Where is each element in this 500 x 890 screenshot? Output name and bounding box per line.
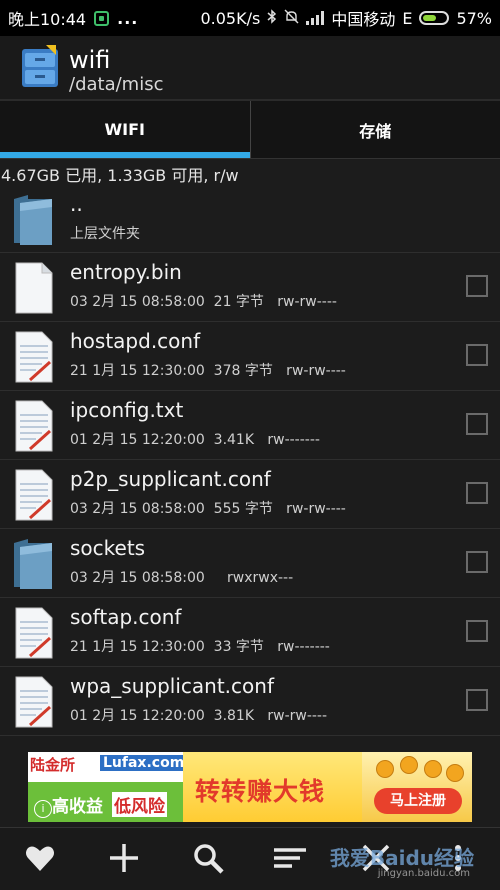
tab-storage[interactable]: 存储 [250,101,500,158]
file-name: entropy.bin [70,260,182,284]
file-name: softap.conf [70,605,181,629]
coin-icon [446,764,464,782]
list-item-file[interactable]: entropy.bin 03 2月 15 08:58:00 21 字节 rw-r… [0,253,500,322]
file-checkbox[interactable] [466,413,488,435]
network-speed: 0.05K/s [200,9,260,28]
mute-bell-icon [284,9,299,28]
text-file-icon [12,468,56,522]
file-meta: 03 2月 15 08:58:00 21 字节 rw-rw---- [70,291,337,311]
ad-brand-en: Lufax.com [100,755,187,771]
file-checkbox[interactable] [466,551,488,573]
battery-icon [419,11,449,25]
list-item-file[interactable]: softap.conf 21 1月 15 12:30:00 33 字节 rw--… [0,598,500,667]
tab-wifi[interactable]: WIFI [0,101,250,158]
file-list: .. 上层文件夹 entropy.bin 03 2月 15 08:58:00 2… [0,185,500,736]
file-checkbox[interactable] [466,620,488,642]
shield-app-icon [94,11,109,26]
ad-banner[interactable]: 陆金所 Lufax.com 高收益 低风险 i 转转赚大钱 马上注册 [28,752,472,822]
file-meta: 21 1月 15 12:30:00 378 字节 rw-rw---- [70,360,346,380]
text-file-icon [12,399,56,453]
file-checkbox[interactable] [466,344,488,366]
text-file-icon [12,330,56,384]
coin-icon [424,760,442,778]
tab-bar: WIFI 存储 [0,101,500,159]
favorite-heart-icon[interactable] [22,840,58,876]
ad-headline-panel: 转转赚大钱 [183,752,362,822]
file-meta: 01 2月 15 12:20:00 3.41K rw------- [70,429,320,449]
list-item-parent-folder[interactable]: .. 上层文件夹 [0,185,500,253]
file-meta: 01 2月 15 12:20:00 3.81K rw-rw---- [70,705,327,725]
bluetooth-icon [267,9,277,28]
ad-register-button[interactable]: 马上注册 [374,788,462,814]
file-meta: 03 2月 15 08:58:00 555 字节 rw-rw---- [70,498,346,518]
ad-tagline-2: 低风险 [112,792,167,817]
action-bar: wifi /data/misc [0,36,500,101]
file-meta: 上层文件夹 [70,223,140,243]
file-checkbox[interactable] [466,689,488,711]
list-item-file[interactable]: hostapd.conf 21 1月 15 12:30:00 378 字节 rw… [0,322,500,391]
carrier-name: 中国移动 [331,6,395,30]
ad-headline: 转转赚大钱 [195,772,325,808]
file-name: p2p_supplicant.conf [70,467,271,491]
search-icon[interactable] [190,840,226,876]
coin-icon [376,760,394,778]
text-file-icon [12,675,56,729]
list-item-file[interactable]: ipconfig.txt 01 2月 15 12:20:00 3.41K rw-… [0,391,500,460]
text-file-icon [12,606,56,660]
ad-brand-panel: 陆金所 Lufax.com 高收益 低风险 i [28,752,183,822]
file-name: sockets [70,536,145,560]
coin-icon [400,756,418,774]
blank-file-icon [12,261,56,315]
file-name: hostapd.conf [70,329,200,353]
status-time: 晚上10:44 [8,6,86,30]
sort-lines-icon[interactable] [272,840,308,876]
list-item-file[interactable]: p2p_supplicant.conf 03 2月 15 08:58:00 55… [0,460,500,529]
storage-info: 4.67GB 已用, 1.33GB 可用, r/w [1,162,239,186]
ad-tagline-1: 高收益 [52,792,103,817]
file-meta: 03 2月 15 08:58:00 rwxrwx--- [70,567,293,587]
file-name: ipconfig.txt [70,398,183,422]
ad-brand-cn: 陆金所 [30,754,75,775]
file-name: .. [70,192,83,216]
watermark-text: 我爱Baidu经验 [330,842,474,871]
file-checkbox[interactable] [466,482,488,504]
file-checkbox[interactable] [466,275,488,297]
folder-path: /data/misc [69,74,163,95]
more-notifications-indicator: ... [117,9,138,28]
ad-info-icon[interactable]: i [34,800,52,818]
ad-cta-panel: 马上注册 [362,752,472,822]
list-item-folder[interactable]: sockets 03 2月 15 08:58:00 rwxrwx--- [0,529,500,598]
watermark-url: jingyan.baidu.com [378,868,470,879]
folder-icon [12,193,56,247]
status-bar: 晚上10:44 ... 0.05K/s 中国移动 E 57% [0,0,500,36]
signal-icon [306,11,324,25]
network-type: E [402,9,412,28]
folder-icon [12,537,56,591]
add-plus-icon[interactable] [106,840,142,876]
folder-title: wifi [69,46,110,74]
file-name: wpa_supplicant.conf [70,674,274,698]
list-item-file[interactable]: wpa_supplicant.conf 01 2月 15 12:20:00 3.… [0,667,500,736]
file-cabinet-icon[interactable] [20,45,60,89]
file-meta: 21 1月 15 12:30:00 33 字节 rw------- [70,636,330,656]
battery-percent: 57% [456,9,492,28]
